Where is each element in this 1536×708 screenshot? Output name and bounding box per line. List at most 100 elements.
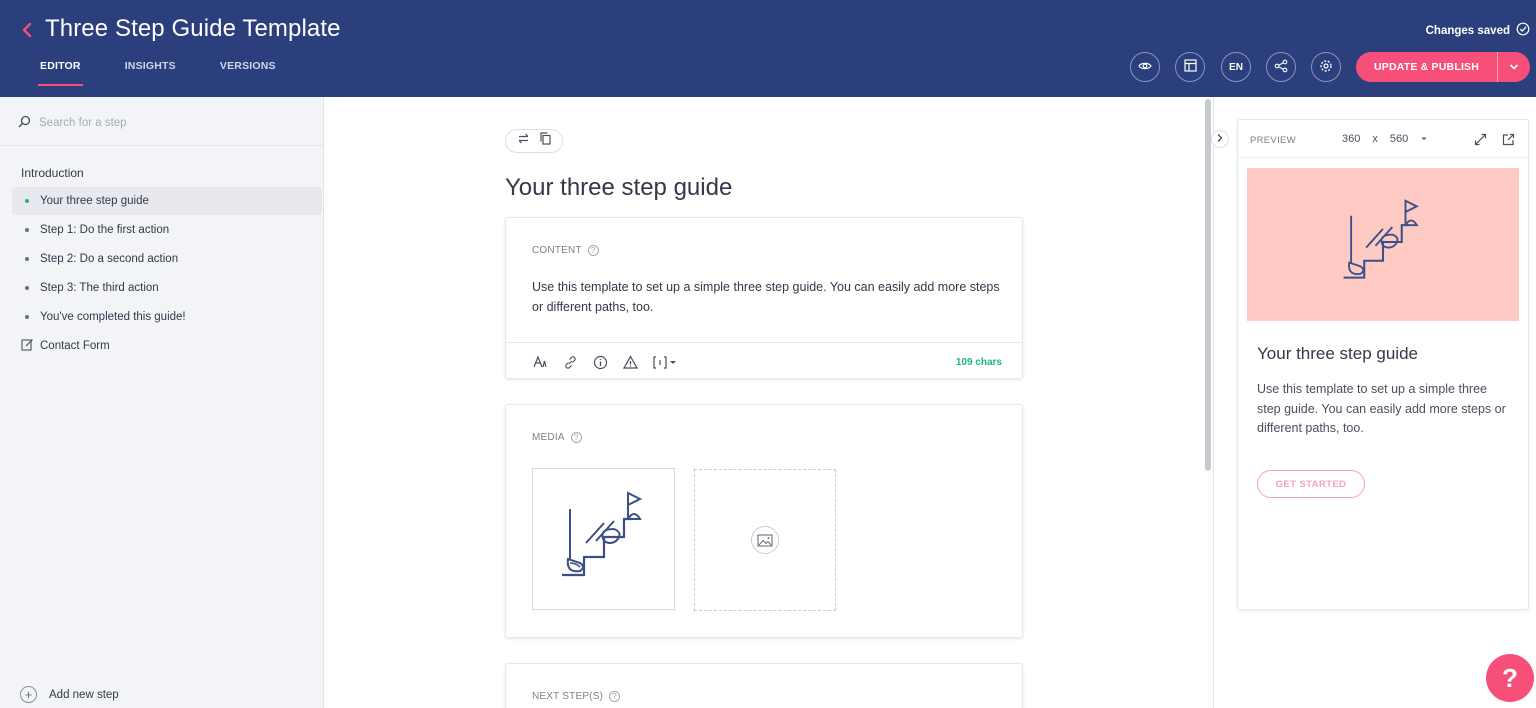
plus-icon: + [20, 686, 37, 703]
section-introduction[interactable]: Introduction [21, 166, 84, 180]
back-arrow-icon[interactable] [18, 18, 38, 42]
chevron-right-icon [1216, 130, 1224, 148]
step-item-label: Step 3: The third action [40, 282, 159, 294]
publish-options-button[interactable] [1498, 58, 1530, 76]
preview-panel: PREVIEW 360 x 560 Your three step guide … [1237, 119, 1529, 610]
text-style-icon[interactable] [532, 354, 548, 370]
form-edit-icon [21, 338, 34, 354]
content-card: CONTENT ? Use this template to set up a … [505, 217, 1023, 379]
step-dot [25, 257, 29, 261]
content-label: CONTENT ? [532, 245, 599, 256]
next-steps-label-text: NEXT STEP(S) [532, 691, 604, 702]
editor-tabs: EDITOR INSIGHTS VERSIONS [38, 60, 320, 86]
expand-icon[interactable] [1472, 131, 1488, 147]
step-dot [25, 228, 29, 232]
warning-icon[interactable] [622, 354, 638, 370]
step-dot [25, 286, 29, 290]
share-button[interactable] [1266, 52, 1296, 82]
add-media-slot[interactable] [694, 469, 836, 611]
card-divider [506, 342, 1022, 343]
step-item-step-3[interactable]: Step 3: The third action [12, 274, 322, 302]
share-icon [1274, 59, 1288, 76]
step-search[interactable]: Search for a step [18, 115, 127, 131]
contact-form-label: Contact Form [40, 340, 110, 352]
step-dot [25, 199, 29, 203]
check-circle-icon [1516, 22, 1530, 39]
preview-header: PREVIEW 360 x 560 [1238, 120, 1528, 158]
caret-down-icon [1420, 133, 1428, 145]
preview-width: 360 [1342, 133, 1361, 145]
tab-versions[interactable]: VERSIONS [220, 60, 276, 78]
media-label-text: MEDIA [532, 432, 565, 443]
stairs-illustration-icon [1338, 197, 1428, 292]
tab-insights[interactable]: INSIGHTS [125, 60, 176, 78]
layout-button[interactable] [1175, 52, 1205, 82]
preview-body: Use this template to set up a simple thr… [1257, 382, 1506, 435]
stairs-illustration-icon [556, 489, 652, 590]
step-dot [25, 315, 29, 319]
media-label: MEDIA ? [532, 432, 582, 443]
step-item-completed[interactable]: You've completed this guide! [12, 303, 322, 331]
step-item-step-2[interactable]: Step 2: Do a second action [12, 245, 322, 273]
char-count: 109 chars [955, 357, 1002, 368]
preview-label: PREVIEW [1250, 135, 1296, 146]
preview-size-select[interactable]: 360 x 560 [1342, 133, 1428, 145]
formatting-toolbar [532, 354, 678, 370]
help-circle-icon[interactable]: ? [587, 245, 599, 256]
add-new-step-label: Add new step [49, 688, 119, 701]
help-circle-icon[interactable]: ? [609, 691, 621, 702]
tab-editor[interactable]: EDITOR [38, 60, 83, 86]
info-icon[interactable] [592, 354, 608, 370]
next-steps-card: NEXT STEP(S) ? [505, 663, 1023, 708]
media-thumbnail[interactable] [532, 468, 675, 610]
save-status: Changes saved [1426, 22, 1530, 39]
step-item-your-three-step-guide[interactable]: Your three step guide [12, 187, 322, 215]
publish-label[interactable]: UPDATE & PUBLISH [1356, 52, 1498, 82]
step-item-label: Step 1: Do the first action [40, 224, 170, 236]
step-actions-toolbar [505, 129, 563, 153]
help-button[interactable]: ? [1486, 654, 1534, 702]
step-item-step-1[interactable]: Step 1: Do the first action [12, 216, 322, 244]
link-icon[interactable] [562, 354, 578, 370]
guide-title[interactable]: Three Step Guide Template [45, 15, 341, 43]
chevron-down-icon [1509, 58, 1519, 76]
search-icon [18, 115, 31, 131]
step-item-label: Step 2: Do a second action [40, 253, 179, 265]
step-item-label: You've completed this guide! [40, 311, 186, 323]
add-new-step-button[interactable]: + Add new step [20, 686, 119, 703]
variable-bracket-icon[interactable] [652, 354, 678, 370]
size-separator: x [1372, 133, 1378, 145]
duplicate-icon[interactable] [539, 132, 552, 150]
content-text[interactable]: Use this template to set up a simple thr… [532, 277, 1002, 317]
language-button[interactable]: EN [1221, 52, 1251, 82]
media-card: MEDIA ? [505, 404, 1023, 638]
steps-sidebar: Search for a step Introduction Your thre… [0, 97, 324, 708]
help-circle-icon[interactable]: ? [570, 432, 582, 443]
preview-height: 560 [1389, 133, 1409, 145]
collapse-preview-button[interactable] [1211, 130, 1229, 148]
gear-icon [1319, 59, 1333, 76]
top-header: Three Step Guide Template EDITOR INSIGHT… [0, 0, 1536, 97]
panel-divider [1213, 97, 1214, 708]
editor-scrollbar[interactable] [1205, 99, 1211, 471]
settings-button[interactable] [1311, 52, 1341, 82]
search-placeholder[interactable]: Search for a step [39, 117, 127, 129]
update-publish-button[interactable]: UPDATE & PUBLISH [1356, 52, 1530, 82]
get-started-button[interactable]: GET STARTED [1257, 470, 1365, 498]
next-steps-label: NEXT STEP(S) ? [532, 691, 621, 702]
step-editor: Your three step guide CONTENT ? Use this… [325, 97, 1213, 708]
sidebar-divider [0, 145, 323, 146]
eye-icon [1138, 59, 1152, 76]
image-icon [751, 526, 779, 554]
layout-icon [1183, 59, 1197, 75]
preview-media [1247, 168, 1519, 321]
step-item-label: Your three step guide [40, 195, 149, 207]
preview-eye-button[interactable] [1130, 52, 1160, 82]
open-external-icon[interactable] [1500, 131, 1516, 147]
save-status-text: Changes saved [1425, 24, 1510, 37]
preview-title: Your three step guide [1257, 344, 1418, 363]
contact-form-item[interactable]: Contact Form [21, 338, 110, 354]
swap-icon[interactable] [517, 132, 530, 150]
content-label-text: CONTENT [532, 245, 582, 256]
step-title[interactable]: Your three step guide [505, 174, 732, 202]
